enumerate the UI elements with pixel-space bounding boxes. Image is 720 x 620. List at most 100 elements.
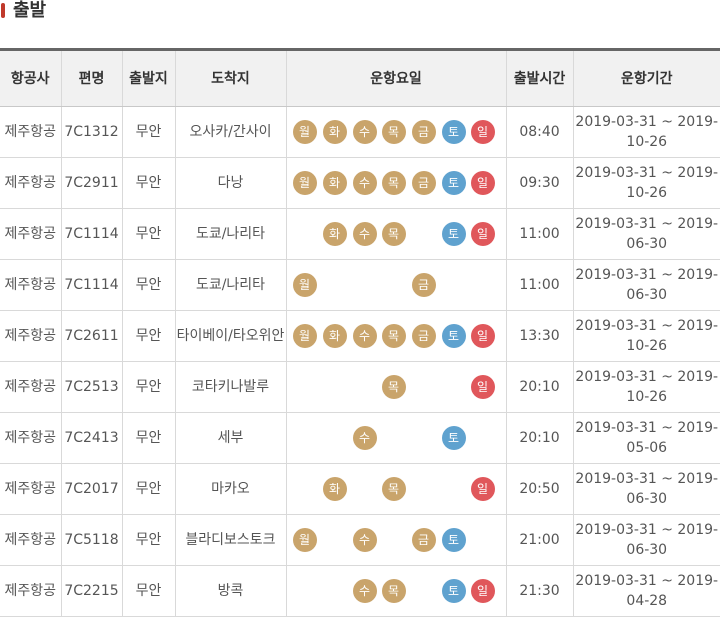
operating-days: 월금 [292,272,500,298]
destination-cell: 코타키나발루 [175,361,287,413]
day-badge: 일 [470,222,495,246]
airline-cell: 제주항공 [0,565,62,617]
origin-cell: 무안 [122,157,176,209]
day-badge: 목 [381,579,406,603]
day-badge: 화 [322,120,347,144]
flight-number-cell: 7C1114 [61,208,123,260]
header-period: 운항기간 [573,49,720,107]
day-badge: 토 [441,324,466,348]
flight-number-cell: 7C2611 [61,310,123,362]
destination-cell: 오사카/간사이 [175,106,287,158]
destination-cell: 방콕 [175,565,287,617]
table-header-row: 항공사 편명 출발지 도착지 운항요일 출발시간 운항기간 [0,49,720,107]
day-badge: 일 [470,120,495,144]
airline-cell: 제주항공 [0,106,62,158]
flight-number-cell: 7C2413 [61,412,123,464]
departure-time-cell: 13:30 [506,310,574,362]
day-badge: 금 [411,120,436,144]
period-cell: 2019-03-31 ~ 2019-06-30 [573,208,720,260]
day-badge: 화 [322,477,347,501]
operating-days: 수토 [293,425,500,451]
days-cell: 수목 토일 [286,565,507,617]
day-badge: 화 [322,222,347,246]
period-cell: 2019-03-31 ~ 2019-10-26 [573,157,720,209]
departure-time-cell: 21:00 [506,514,574,566]
airline-cell: 제주항공 [0,412,62,464]
operating-days: 월화수목금토일 [292,323,500,349]
day-badge: 토 [441,171,466,195]
day-badge: 일 [470,477,495,501]
destination-cell: 세부 [175,412,287,464]
operating-days: 목일 [293,374,500,400]
origin-cell: 무안 [122,208,176,260]
day-badge: 토 [441,528,466,552]
day-badge: 수 [352,579,377,603]
day-badge: 금 [411,171,436,195]
day-badge: 월 [292,324,317,348]
origin-cell: 무안 [122,259,176,311]
header-flight: 편명 [61,49,123,107]
airline-cell: 제주항공 [0,463,62,515]
day-badge: 수 [352,120,377,144]
day-badge: 토 [441,222,466,246]
days-cell: 화수목 토일 [286,208,507,260]
table-row: 제주항공 7C1312 무안 오사카/간사이 월 화 수 목 금 토 일 08:40 2019-03-3… [0,106,720,158]
period-cell: 2019-03-31 ~ 2019-10-26 [573,310,720,362]
day-badge: 월 [292,120,317,144]
departure-time-cell: 09:30 [506,157,574,209]
days-cell: 목일 [286,361,507,413]
period-cell: 2019-03-31 ~ 2019-10-26 [573,361,720,413]
origin-cell: 무안 [122,361,176,413]
departure-time-cell: 11:00 [506,208,574,260]
origin-cell: 무안 [122,310,176,362]
day-badge: 목 [381,171,406,195]
header-destination: 도착지 [175,49,287,107]
table-row: 제주항공 7C1114 무안 도쿄/나리타 월 금 11:00 2019-03-31 ~ 20… [0,259,720,311]
origin-cell: 무안 [122,412,176,464]
days-cell: 월 수 금토 [286,514,507,566]
table-row: 제주항공 7C2017 무안 마카오 화 목 일 20:50 2019-03-31 ~ 2019… [0,463,720,515]
day-badge: 토 [441,120,466,144]
day-badge: 월 [292,273,317,297]
table-row: 제주항공 7C2413 무안 세부 수 토 20:10 2019-03-31 ~ 2019-0… [0,412,720,464]
flight-number-cell: 7C1312 [61,106,123,158]
days-cell: 수토 [286,412,507,464]
airline-cell: 제주항공 [0,514,62,566]
days-cell: 월화수목금토일 [286,106,507,158]
period-cell: 2019-03-31 ~ 2019-05-06 [573,412,720,464]
table-row: 제주항공 7C1114 무안 도쿄/나리타 화 수 목 토 일 11:00 2019-03-31 ~… [0,208,720,260]
day-badge: 수 [352,222,377,246]
origin-cell: 무안 [122,514,176,566]
table-row: 제주항공 7C2513 무안 코타키나발루 목 일 20:10 2019-03-31 ~ 20… [0,361,720,413]
day-badge: 화 [322,324,347,348]
day-badge: 토 [441,579,466,603]
departure-schedule-table: 항공사 편명 출발지 도착지 운항요일 출발시간 운항기간 제주항공 7C1312… [0,48,720,617]
departure-time-cell: 20:10 [506,361,574,413]
day-badge: 금 [411,528,436,552]
table-row: 제주항공 7C5118 무안 블라디보스토크 월 수 금 토 21:00 2019-03-31 ~… [0,514,720,566]
operating-days: 월화수목금토일 [292,170,500,196]
day-badge: 일 [470,171,495,195]
operating-days: 수목 토일 [293,578,500,604]
flight-number-cell: 7C2513 [61,361,123,413]
flight-number-cell: 7C2017 [61,463,123,515]
destination-cell: 도쿄/나리타 [175,208,287,260]
day-badge: 목 [381,477,406,501]
day-badge: 일 [470,324,495,348]
header-days: 운항요일 [286,49,507,107]
destination-cell: 블라디보스토크 [175,514,287,566]
days-cell: 화목일 [286,463,507,515]
days-cell: 월금 [286,259,507,311]
operating-days: 화수목 토일 [293,221,500,247]
destination-cell: 도쿄/나리타 [175,259,287,311]
day-badge: 목 [381,375,406,399]
day-badge: 금 [411,273,436,297]
period-cell: 2019-03-31 ~ 2019-04-28 [573,565,720,617]
day-badge: 목 [381,120,406,144]
day-badge: 수 [352,324,377,348]
table-row: 제주항공 7C2215 무안 방콕 수 목 토 일 21:30 2019-03-31 ~ 2019… [0,565,720,617]
period-cell: 2019-03-31 ~ 2019-06-30 [573,259,720,311]
day-badge: 일 [470,579,495,603]
days-cell: 월화수목금토일 [286,310,507,362]
day-badge: 일 [470,375,495,399]
